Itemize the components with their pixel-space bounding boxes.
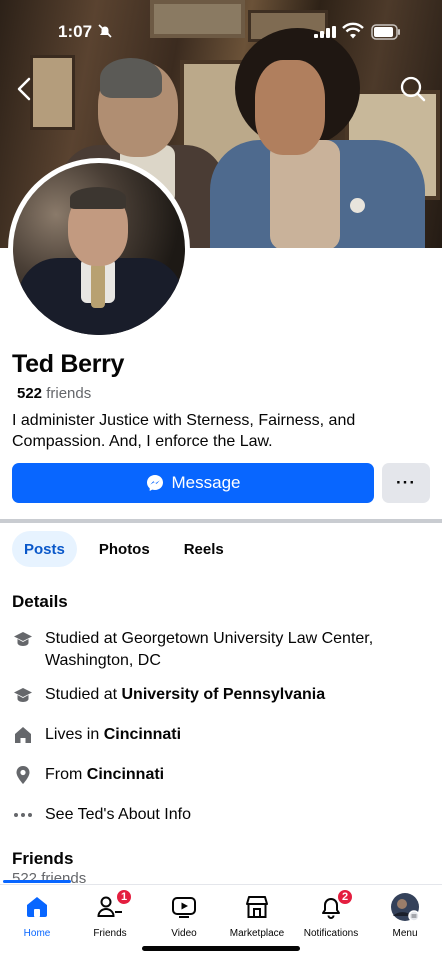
- tab-posts[interactable]: Posts: [12, 531, 77, 567]
- nav-home-label: Home: [23, 928, 51, 939]
- more-options-button[interactable]: ···: [382, 463, 430, 503]
- detail-text: Studied at University of Pennsylvania: [45, 686, 326, 703]
- nav-menu-label: Menu: [392, 928, 418, 939]
- tab-reels[interactable]: Reels: [172, 531, 236, 567]
- details-heading: Details: [12, 592, 68, 611]
- profile-avatar[interactable]: [13, 163, 185, 335]
- detail-lives-in: Lives in Cincinnati: [12, 724, 432, 746]
- detail-text: From Cincinnati: [45, 766, 165, 783]
- profile-tabs: Posts Photos Reels: [12, 531, 246, 567]
- silent-bell-icon: [98, 24, 112, 38]
- friends-count[interactable]: 522 friends: [17, 385, 91, 402]
- friends-count-label: friends: [46, 385, 92, 402]
- home-tab-indicator: [3, 880, 71, 883]
- status-time: 1:07: [58, 22, 93, 41]
- friends-heading: Friends: [12, 849, 74, 868]
- nav-friends-label: Friends: [93, 928, 127, 939]
- cellular-signal-icon: [314, 26, 336, 38]
- battery-icon: [371, 24, 400, 40]
- friends-badge: 1: [115, 888, 133, 906]
- detail-text: Studied at Georgetown University Law Cen…: [45, 630, 374, 669]
- home-icon: [22, 892, 52, 922]
- nav-home[interactable]: Home: [0, 889, 74, 939]
- friends-icon: 1: [95, 888, 133, 922]
- nav-marketplace-label: Marketplace: [229, 928, 285, 939]
- profile-bio: I administer Justice with Sterness, Fair…: [12, 412, 356, 450]
- tab-photos[interactable]: Photos: [87, 531, 162, 567]
- detail-link-upenn[interactable]: University of Pennsylvania: [122, 686, 326, 703]
- menu-avatar-icon: [390, 892, 420, 922]
- see-about-info[interactable]: See Ted's About Info: [12, 804, 432, 826]
- detail-link-from[interactable]: Cincinnati: [87, 766, 164, 783]
- bell-icon: 2: [316, 888, 354, 922]
- nav-notifications[interactable]: 2 Notifications: [294, 888, 368, 939]
- nav-video[interactable]: Video: [147, 889, 221, 939]
- graduation-cap-icon: [12, 628, 34, 650]
- profile-name: Ted Berry: [12, 350, 125, 378]
- detail-education-georgetown: Studied at Georgetown University Law Cen…: [12, 628, 432, 672]
- graduation-cap-icon: [12, 684, 34, 706]
- section-divider: [0, 519, 442, 523]
- back-arrow-icon[interactable]: [12, 74, 38, 104]
- profile-page: 1:07 Ted Berry 522 friends I administer …: [0, 0, 442, 960]
- search-icon[interactable]: [398, 74, 428, 104]
- messenger-icon: [146, 475, 163, 491]
- video-icon: [169, 892, 199, 922]
- status-bar: 1:07: [0, 18, 442, 48]
- friends-count-number: 522: [17, 385, 43, 402]
- detail-from: From Cincinnati: [12, 764, 432, 786]
- message-button[interactable]: Message: [12, 463, 374, 503]
- detail-text: Lives in Cincinnati: [45, 726, 182, 743]
- house-icon: [12, 724, 34, 746]
- nav-menu[interactable]: Menu: [368, 889, 442, 939]
- wifi-icon: [342, 22, 364, 39]
- more-options-label: ···: [396, 473, 416, 492]
- message-button-label: Message: [171, 473, 241, 492]
- notifications-badge: 2: [336, 888, 354, 906]
- nav-marketplace[interactable]: Marketplace: [220, 889, 294, 939]
- detail-link-lives-in[interactable]: Cincinnati: [104, 726, 181, 743]
- nav-video-label: Video: [171, 928, 197, 939]
- see-about-info-label: See Ted's About Info: [45, 806, 191, 823]
- location-pin-icon: [12, 764, 34, 786]
- detail-education-upenn: Studied at University of Pennsylvania: [12, 684, 432, 706]
- nav-friends[interactable]: 1 Friends: [73, 888, 147, 939]
- more-dots-icon: [12, 804, 34, 826]
- marketplace-icon: [242, 892, 272, 922]
- nav-notifications-label: Notifications: [303, 928, 359, 939]
- home-indicator: [142, 946, 300, 951]
